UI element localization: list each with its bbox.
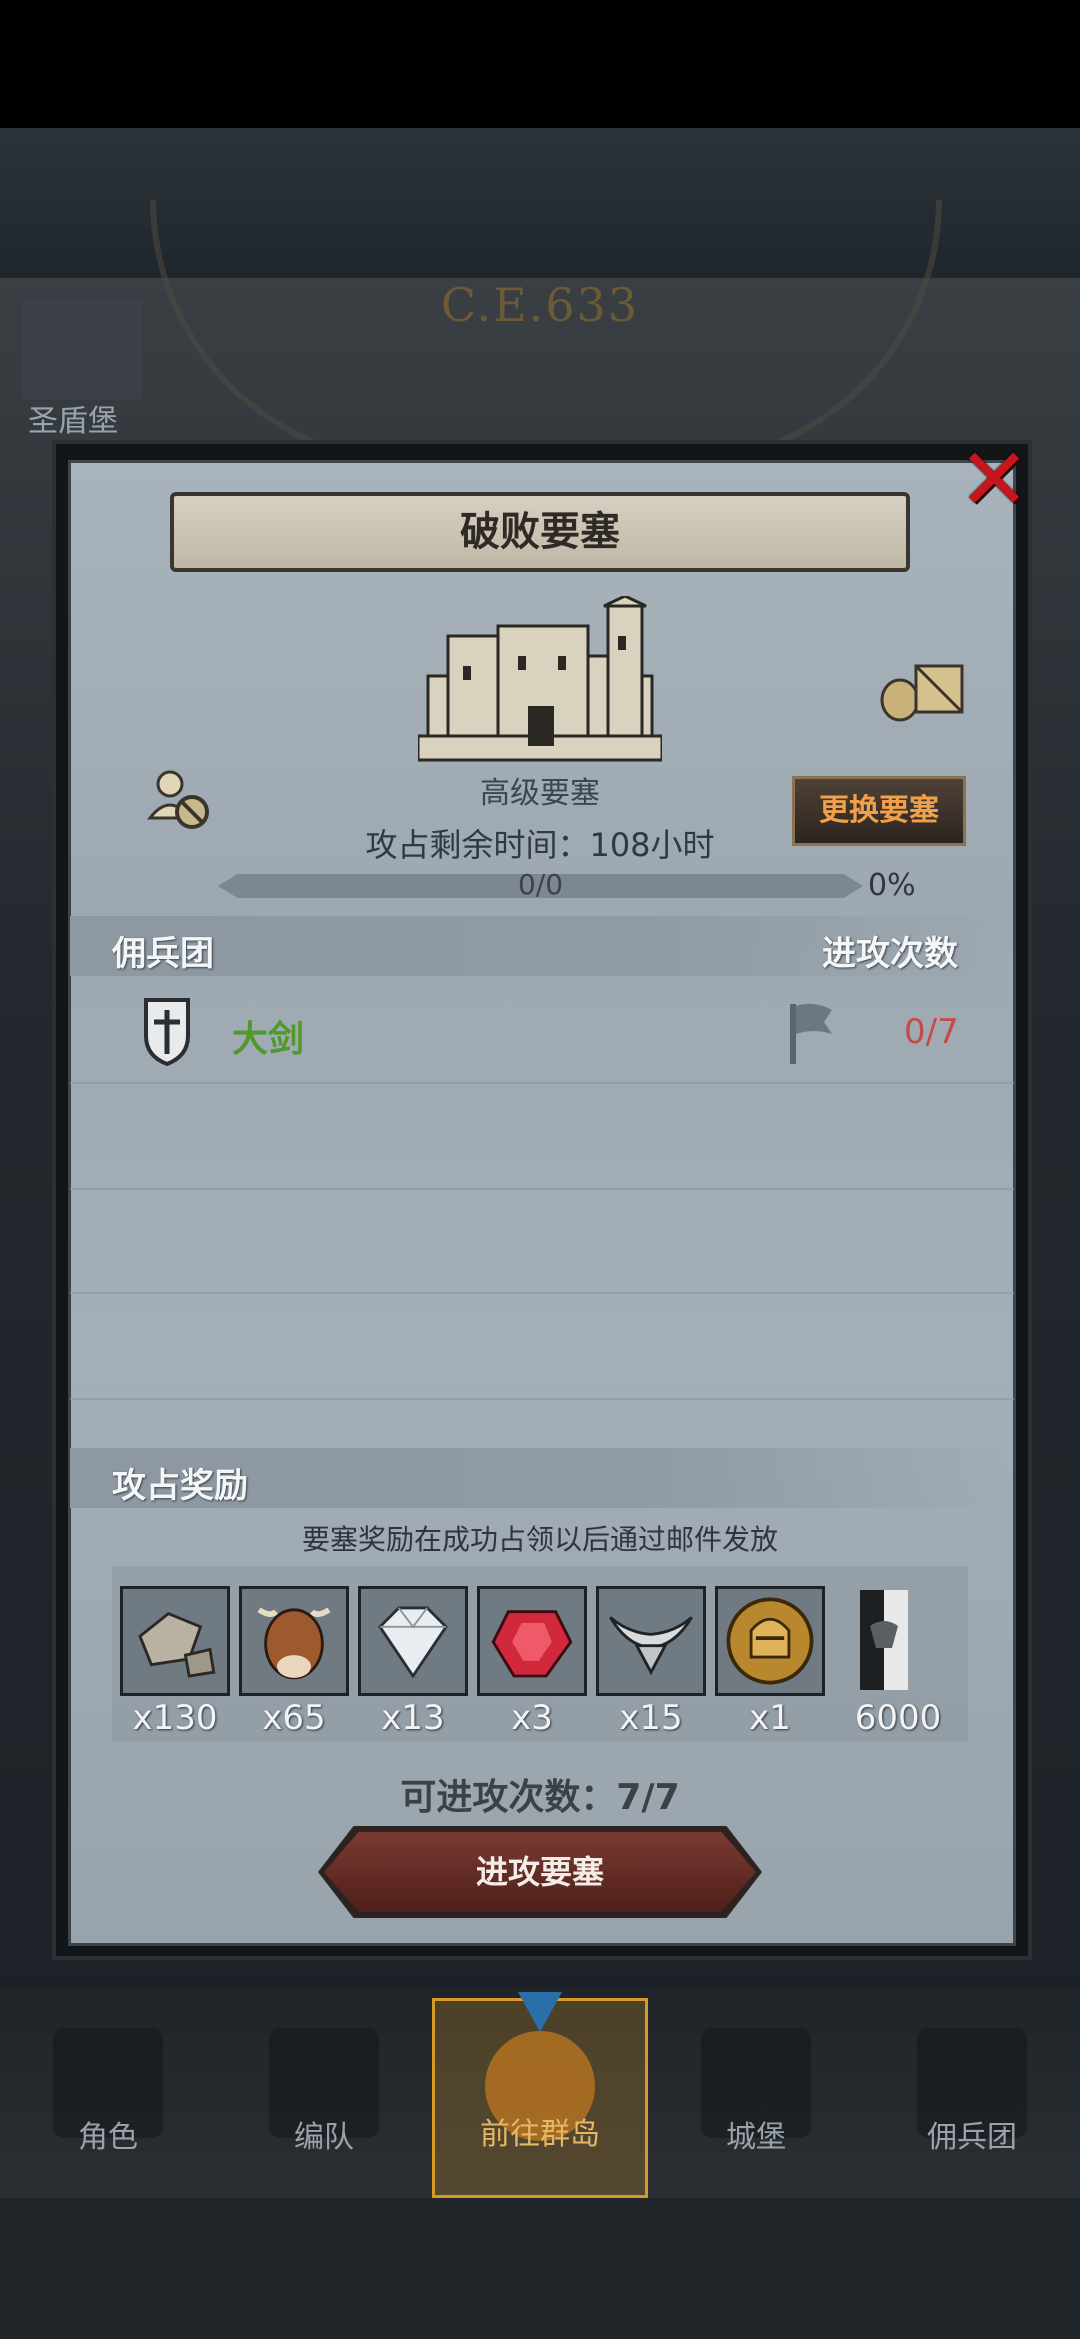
attacks-remaining: 可进攻次数：7/7: [400, 1777, 680, 1818]
row-divider: [70, 1082, 1014, 1084]
diamond-icon[interactable]: [358, 1586, 468, 1696]
no-members-icon: [146, 770, 209, 829]
flag-icon: [790, 1003, 832, 1064]
shield-icon: [144, 998, 190, 1066]
bottom-area: [0, 2198, 1080, 2339]
nav-item-castle[interactable]: 城堡: [648, 1998, 864, 2198]
attack-fortress-button-label[interactable]: 进攻要塞: [324, 1832, 756, 1912]
rewards-header: 攻占奖励: [112, 1466, 248, 1506]
horns-icon[interactable]: [596, 1586, 706, 1696]
reward-count: x1: [749, 1698, 791, 1738]
row-divider: [70, 1292, 1014, 1294]
era-label: C.E.633: [440, 278, 640, 332]
nav-label: 前往群岛: [480, 2117, 600, 2152]
mercenary-row[interactable]: [70, 980, 1014, 1064]
knight-coin-icon[interactable]: [715, 1586, 825, 1696]
stone-icon[interactable]: [120, 1586, 230, 1696]
background-castle-label: 圣盾堡: [28, 404, 118, 439]
mercenary-name: 大剑: [232, 1019, 305, 1060]
status-bar-area: [0, 0, 1080, 128]
ruby-icon[interactable]: [477, 1586, 587, 1696]
rewards-note: 要塞奖励在成功占领以后通过邮件发放: [301, 1523, 778, 1556]
row-divider: [70, 1188, 1014, 1190]
nav-item-character[interactable]: 角色: [0, 1998, 216, 2198]
nav-label: 角色: [78, 2120, 138, 2155]
nav-label: 佣兵团: [927, 2120, 1017, 2155]
nav-item-mercenaries[interactable]: 佣兵团: [864, 1998, 1080, 2198]
background-castle-icon: [22, 300, 142, 400]
dialog-title: 破败要塞: [460, 509, 620, 555]
ox-icon[interactable]: [239, 1586, 349, 1696]
attack-count-header: 进攻次数: [822, 934, 958, 974]
reward-count: 6000: [854, 1698, 942, 1738]
fortress-icon: [418, 596, 662, 762]
capture-progress-value: 0/0: [517, 868, 564, 901]
nav-label: 城堡: [726, 2120, 786, 2155]
banner-icon[interactable]: [856, 1586, 912, 1696]
capture-progress-percent: 0%: [868, 868, 916, 903]
supplies-icon[interactable]: [878, 656, 966, 722]
row-divider: [70, 1398, 1014, 1400]
mercenary-header: 佣兵团: [112, 934, 214, 974]
close-button[interactable]: ✕: [958, 437, 1030, 523]
change-fortress-button[interactable]: 更换要塞: [792, 776, 966, 846]
nav-label: 编队: [294, 2120, 354, 2155]
nav-item-formation[interactable]: 编队: [216, 1998, 432, 2198]
mercenary-attack-count: 0/7: [904, 1012, 959, 1052]
